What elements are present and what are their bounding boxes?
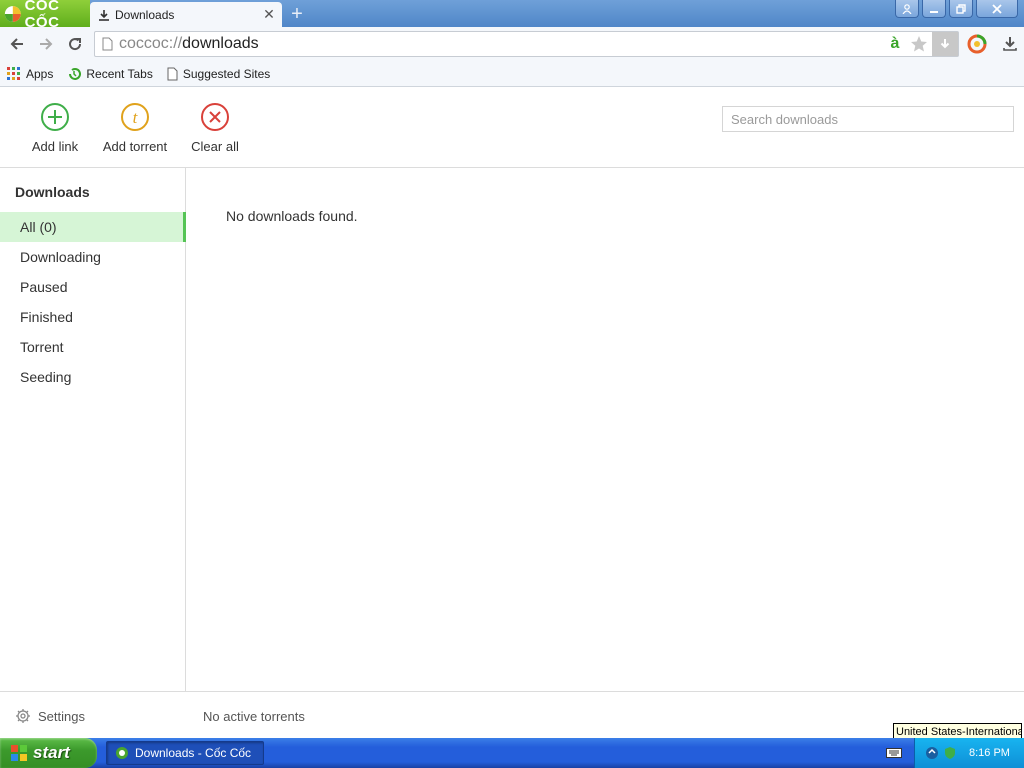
gear-icon	[16, 709, 30, 723]
restore-icon	[956, 3, 966, 14]
url-scheme: coccoc://	[119, 35, 183, 52]
filter-list: All (0) Downloading Paused Finished Torr…	[0, 212, 186, 392]
url-host: downloads	[182, 35, 259, 52]
network-icon[interactable]	[925, 746, 939, 760]
reload-button[interactable]	[64, 33, 86, 55]
clear-all-label: Clear all	[191, 139, 239, 154]
apps-grid-icon	[7, 66, 20, 80]
bookmark-label: Suggested Sites	[182, 66, 271, 81]
save-download-button[interactable]	[932, 32, 958, 56]
history-icon	[69, 67, 82, 80]
bookmark-suggested-sites[interactable]: Suggested Sites	[167, 67, 270, 81]
windows-logo-icon	[11, 745, 27, 761]
sidebar-item-seeding[interactable]: Seeding	[0, 362, 185, 392]
tab-downloads[interactable]: Downloads ✕	[90, 2, 282, 27]
download-arrow-icon	[940, 39, 950, 49]
empty-state-message: No downloads found.	[226, 208, 358, 224]
bookmark-label: Recent Tabs	[86, 66, 153, 81]
reload-icon	[69, 38, 82, 51]
sidebar-item-finished[interactable]: Finished	[0, 302, 185, 332]
download-icon	[99, 9, 109, 21]
bookmark-label: Apps	[26, 66, 54, 81]
add-link-button[interactable]: Add link	[15, 102, 95, 154]
coccoc-extension-button[interactable]	[966, 33, 988, 55]
new-tab-button[interactable]: +	[288, 4, 306, 24]
minimize-button[interactable]	[922, 0, 946, 18]
sidebar-item-paused[interactable]: Paused	[0, 272, 185, 302]
address-bar[interactable]: coccoc://downloads à	[94, 31, 959, 57]
close-icon	[992, 3, 1002, 14]
profile-button[interactable]	[895, 0, 919, 18]
close-circle-icon	[201, 103, 229, 131]
forward-button[interactable]	[35, 33, 57, 55]
bookmark-apps[interactable]: Apps	[7, 66, 54, 81]
tab-title: Downloads	[115, 7, 175, 22]
brand-name: CỐC CỐC	[24, 0, 60, 31]
torrent-status-text: No active torrents	[203, 709, 305, 724]
sidebar-item-torrent[interactable]: Torrent	[0, 332, 185, 362]
coccoc-app-icon	[116, 747, 128, 759]
security-shield-icon[interactable]	[943, 746, 957, 760]
minimize-icon	[930, 10, 938, 13]
bookmark-recent-tabs[interactable]: Recent Tabs	[67, 67, 153, 81]
settings-button[interactable]: Settings	[15, 708, 85, 724]
omnibox-actions: à	[884, 32, 958, 56]
downloads-footer: Settings No active torrents	[0, 691, 1024, 738]
svg-text:t: t	[133, 108, 139, 127]
person-icon	[902, 3, 912, 14]
url-text: coccoc://downloads	[119, 35, 259, 53]
sidebar-title: Downloads	[15, 184, 90, 200]
restore-button[interactable]	[949, 0, 973, 18]
keyboard-icon[interactable]	[886, 747, 902, 759]
browser-logo[interactable]: CỐC CỐC	[0, 0, 90, 31]
tab-strip: CỐC CỐC Downloads ✕ +	[0, 0, 1024, 31]
system-tray: 8:16 PM	[914, 738, 1024, 768]
forward-arrow-icon	[40, 38, 53, 50]
clear-all-button[interactable]: Clear all	[175, 102, 255, 154]
coccoc-extension-icon	[967, 34, 987, 54]
add-torrent-label: Add torrent	[102, 139, 168, 154]
browser-toolbar: coccoc://downloads à	[0, 27, 1024, 61]
sidebar-item-all[interactable]: All (0)	[0, 212, 186, 242]
taskbar-window-title: Downloads - Cốc Cốc	[135, 746, 252, 760]
star-icon[interactable]	[910, 35, 928, 53]
coccoc-logo-icon	[4, 5, 21, 22]
start-button[interactable]: start	[0, 738, 97, 768]
windows-taskbar: start Downloads - Cốc Cốc 8:16 PM	[0, 738, 1024, 768]
vietnamese-input-icon[interactable]: à	[884, 35, 906, 53]
back-arrow-icon	[10, 38, 23, 50]
torrent-icon: t	[121, 103, 149, 131]
sidebar-item-downloading[interactable]: Downloading	[0, 242, 185, 272]
page-icon	[102, 37, 113, 51]
taskbar-window-downloads[interactable]: Downloads - Cốc Cốc	[106, 741, 264, 765]
start-label: start	[33, 743, 70, 762]
download-icon	[1003, 37, 1017, 51]
clock: 8:16 PM	[969, 747, 1010, 759]
page-icon	[167, 67, 178, 80]
plus-circle-icon	[41, 103, 69, 131]
downloads-button[interactable]	[999, 33, 1021, 55]
add-link-label: Add link	[31, 139, 79, 154]
settings-label: Settings	[38, 708, 85, 724]
downloads-header: Add link t Add torrent Clear all	[0, 88, 1024, 168]
search-downloads-input[interactable]	[722, 106, 1014, 132]
bookmarks-bar: Apps Recent Tabs Suggested Sites	[0, 61, 1024, 87]
add-torrent-button[interactable]: t Add torrent	[95, 102, 175, 154]
back-button[interactable]	[6, 33, 28, 55]
close-tab-icon[interactable]: ✕	[262, 6, 276, 22]
close-window-button[interactable]	[976, 0, 1018, 18]
window-controls	[895, 0, 1018, 18]
downloads-sidebar: Downloads All (0) Downloading Paused Fin…	[0, 168, 186, 691]
